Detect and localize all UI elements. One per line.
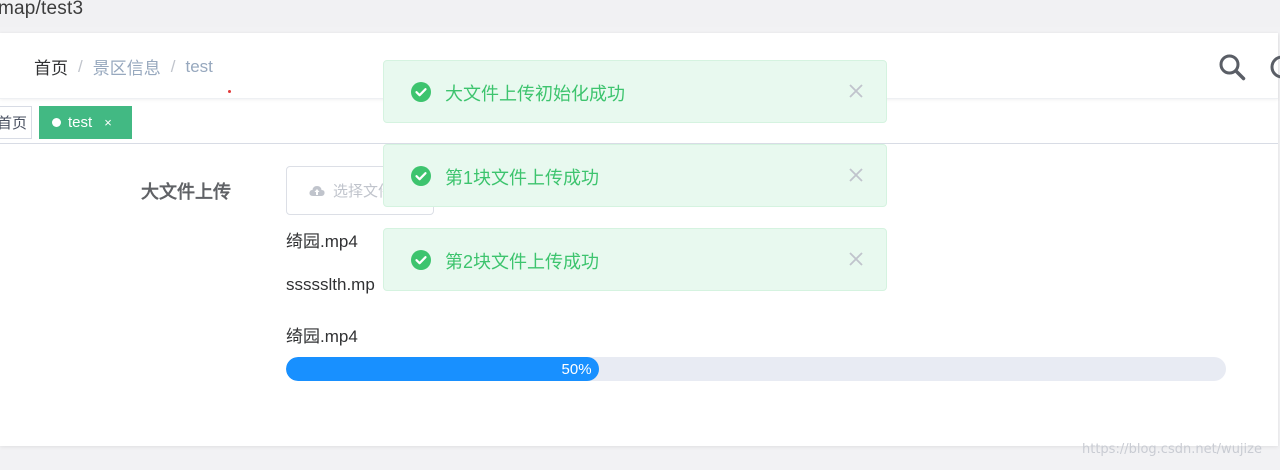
success-toast: 第1块文件上传成功 [383,144,887,207]
tag-test[interactable]: test × [39,106,132,139]
uploading-file-name: 绮园.mp4 [286,327,358,346]
file-list-item[interactable]: ssssslth.mp [286,275,375,295]
breadcrumb-separator: / [170,56,176,76]
tag-home[interactable]: 首页 [0,106,32,139]
upload-label: 大文件上传 [141,182,231,202]
close-icon[interactable] [847,250,865,268]
close-icon[interactable]: × [104,115,112,130]
breadcrumb-section[interactable]: 景区信息 [93,54,161,79]
progress-bar-fill: 50% [286,357,599,381]
check-circle-icon [411,82,431,102]
close-icon[interactable] [847,82,865,100]
success-toast: 第2块文件上传成功 [383,228,887,291]
tag-home-label: 首页 [0,115,28,132]
tag-test-label: test [68,114,93,131]
check-circle-icon [411,250,431,270]
url-text: map/test3 [0,0,84,19]
upload-cloud-icon [309,185,325,196]
toast-message: 大文件上传初始化成功 [445,84,625,104]
browser-address-bar[interactable]: map/test3 [0,0,1280,27]
breadcrumb-separator: / [78,56,83,76]
progress-bar-track: 50% [286,357,1226,381]
breadcrumb-home[interactable]: 首页 [34,54,68,79]
toast-message: 第1块文件上传成功 [445,168,600,188]
check-circle-icon [411,166,431,186]
search-icon[interactable] [1218,53,1246,81]
active-dot-icon [52,118,61,127]
breadcrumb: 首页 / 景区信息 / test [34,54,213,79]
success-toast: 大文件上传初始化成功 [383,60,887,123]
fullscreen-icon[interactable] [1268,53,1280,81]
close-icon[interactable] [847,166,865,184]
watermark: https://blog.csdn.net/wujize [1082,442,1262,457]
notification-dot [228,90,231,93]
breadcrumb-current: test [185,56,213,76]
toast-message: 第2块文件上传成功 [445,252,600,272]
file-list-item[interactable]: 绮园.mp4 [286,227,358,252]
progress-text: 50% [561,360,592,378]
